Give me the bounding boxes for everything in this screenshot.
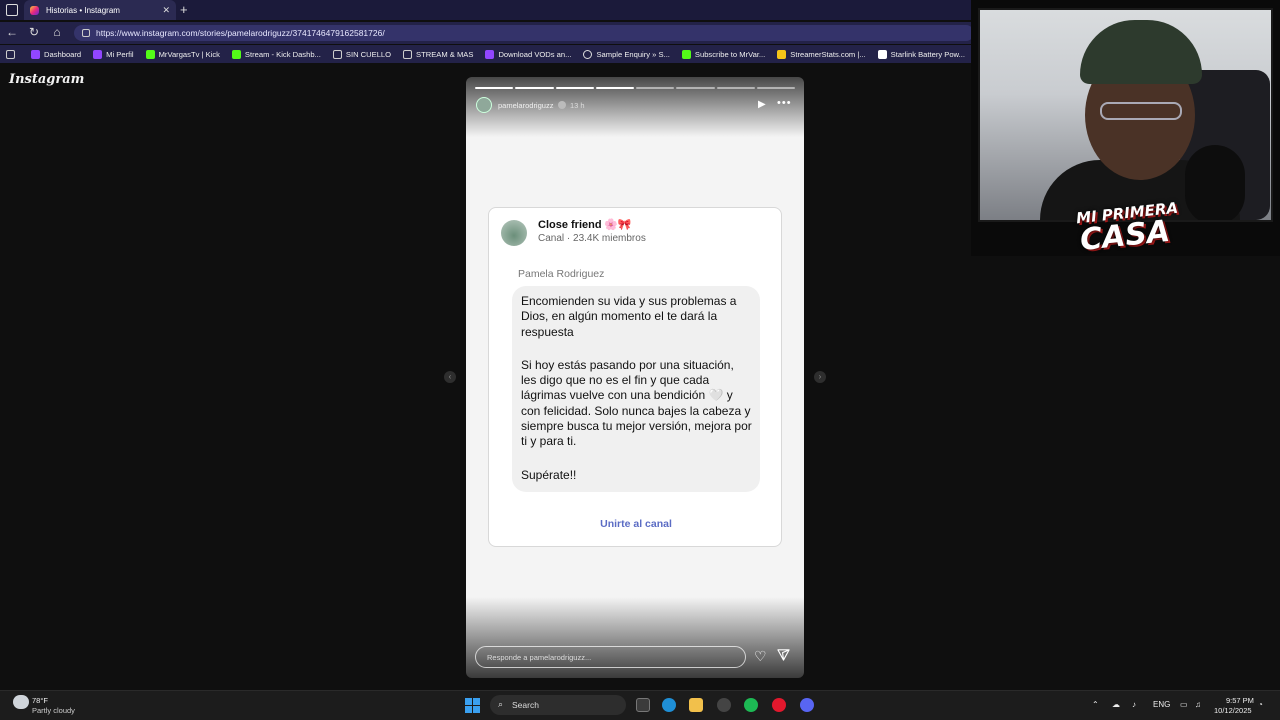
bookmark-favicon-icon <box>877 49 887 59</box>
join-channel-button[interactable]: Unirte al canal <box>489 518 783 530</box>
instagram-logo[interactable]: Instagram <box>9 72 84 87</box>
bookmark-favicon-icon <box>485 49 495 59</box>
site-info-icon[interactable] <box>82 29 90 37</box>
channel-meta: Canal · 23.4K miembros <box>538 233 646 244</box>
progress-segment <box>716 87 755 89</box>
bookmark-item[interactable]: Download VODs an... <box>485 49 571 59</box>
bookmarks-menu-icon[interactable] <box>6 49 19 59</box>
channel-avatar[interactable] <box>501 220 527 246</box>
channel-name[interactable]: Close friend <box>538 219 602 231</box>
language-indicator[interactable]: ENG <box>1153 700 1170 709</box>
tab-title: Historias • Instagram <box>46 5 120 15</box>
clock-time[interactable]: 9:57 PM <box>1226 696 1254 705</box>
webcam-feed <box>978 8 1273 222</box>
bookmark-item[interactable]: MrVargasTv | Kick <box>145 49 220 59</box>
bookmark-item[interactable]: Stream - Kick Dashb... <box>231 49 321 59</box>
story-viewer: pamelarodriguzz 13 h ▶ ••• Close friend … <box>466 77 804 678</box>
next-story-button[interactable]: › <box>814 371 826 383</box>
instagram-favicon-icon <box>30 5 39 15</box>
story-username[interactable]: pamelarodriguzz <box>498 101 553 110</box>
message-paragraph: Supérate!! <box>521 467 577 482</box>
search-icon: ⌕ <box>498 699 504 709</box>
story-reply-input[interactable]: Responde a pamelarodriguzz... <box>475 646 746 668</box>
bookmark-item[interactable]: StreamerStats.com |... <box>777 49 866 59</box>
weather-condition[interactable]: Partly cloudy <box>32 706 75 715</box>
play-icon[interactable]: ▶ <box>758 99 766 110</box>
home-icon[interactable]: ⌂ <box>49 25 65 39</box>
browser-tab-active[interactable]: Historias • Instagram ✕ <box>24 0 176 20</box>
previous-story-button[interactable]: ‹ <box>444 371 456 383</box>
kick-favicon-icon <box>681 49 691 59</box>
kick-favicon-icon <box>231 49 241 59</box>
tab-close-icon[interactable]: ✕ <box>162 5 170 16</box>
spotify-icon[interactable] <box>744 698 758 712</box>
bookmark-folder[interactable]: SIN CUELLO <box>332 49 391 59</box>
progress-segment <box>555 87 594 89</box>
back-icon[interactable]: ← <box>4 25 20 39</box>
search-label: Search <box>512 700 539 710</box>
bookmark-favicon-icon <box>93 49 103 59</box>
more-options-icon[interactable]: ••• <box>777 97 792 109</box>
folder-icon <box>332 49 342 59</box>
bookmark-item[interactable]: Dashboard <box>31 49 81 59</box>
address-bar[interactable]: https://www.instagram.com/stories/pamela… <box>74 25 974 41</box>
bookmark-item[interactable]: Subscribe to MrVar... <box>681 49 765 59</box>
channel-emoji: 🌸🎀 <box>604 219 632 231</box>
volume-icon[interactable]: ♫ <box>1195 700 1201 709</box>
message-paragraph: Encomienden su vida y sus problemas a Di… <box>521 294 737 339</box>
weather-cloud-icon[interactable] <box>13 695 29 709</box>
tab-actions-icon[interactable] <box>6 4 18 16</box>
weather-temperature[interactable]: 78°F <box>32 696 48 705</box>
channel-card: Close friend 🌸🎀 Canal · 23.4K miembros P… <box>488 207 782 547</box>
send-icon[interactable] <box>777 648 790 661</box>
globe-icon <box>583 49 593 59</box>
progress-segment <box>595 87 634 89</box>
obs-icon[interactable] <box>717 698 731 712</box>
message-sender: Pamela Rodriguez <box>518 268 605 280</box>
microphone-icon[interactable]: ♪ <box>1132 700 1136 709</box>
task-view-icon[interactable] <box>636 698 650 712</box>
progress-segment <box>756 87 795 89</box>
onedrive-icon[interactable]: ☁ <box>1112 700 1120 709</box>
story-user-avatar[interactable] <box>476 97 492 113</box>
story-progress-bar <box>475 87 795 89</box>
story-timestamp: 13 h <box>570 101 585 110</box>
message-bubble: Encomienden su vida y sus problemas a Di… <box>512 286 760 492</box>
edge-browser-icon[interactable] <box>662 698 676 712</box>
reload-icon[interactable]: ↻ <box>26 25 42 39</box>
opera-icon[interactable] <box>772 698 786 712</box>
bookmark-item[interactable]: Sample Enquiry » S... <box>583 49 670 59</box>
discord-icon[interactable] <box>800 698 814 712</box>
bookmark-item[interactable]: Mi Perfil <box>93 49 134 59</box>
bookmark-favicon-icon <box>777 49 787 59</box>
kick-favicon-icon <box>145 49 155 59</box>
progress-segment <box>475 87 514 89</box>
folder-icon <box>403 49 413 59</box>
stream-title-overlay: MI PRIMERA CASA <box>1075 199 1179 258</box>
progress-segment <box>636 87 675 89</box>
message-paragraph: Si hoy estás pasando por una situación, … <box>521 357 752 449</box>
show-hidden-icons-icon[interactable]: ⌃ <box>1092 700 1099 709</box>
network-icon[interactable]: ▭ <box>1180 700 1188 709</box>
verified-badge-icon <box>558 101 566 109</box>
progress-segment <box>515 87 554 89</box>
bookmark-item[interactable]: Starlink Battery Pow... <box>877 49 965 59</box>
overlay-line-2: CASA <box>1078 213 1172 259</box>
address-url: https://www.instagram.com/stories/pamela… <box>96 28 385 38</box>
like-heart-icon[interactable]: ♡ <box>754 648 767 665</box>
taskbar-search[interactable]: ⌕ Search <box>490 695 626 715</box>
notification-bell-icon[interactable]: ◔ <box>1258 700 1263 709</box>
windows-start-icon[interactable] <box>465 698 480 713</box>
clock-date[interactable]: 10/12/2025 <box>1214 706 1252 715</box>
bookmark-favicon-icon <box>31 49 40 59</box>
file-explorer-icon[interactable] <box>689 698 703 712</box>
bookmark-folder[interactable]: STREAM & MAS <box>403 49 473 59</box>
new-tab-button[interactable]: + <box>180 2 188 17</box>
progress-segment <box>676 87 715 89</box>
